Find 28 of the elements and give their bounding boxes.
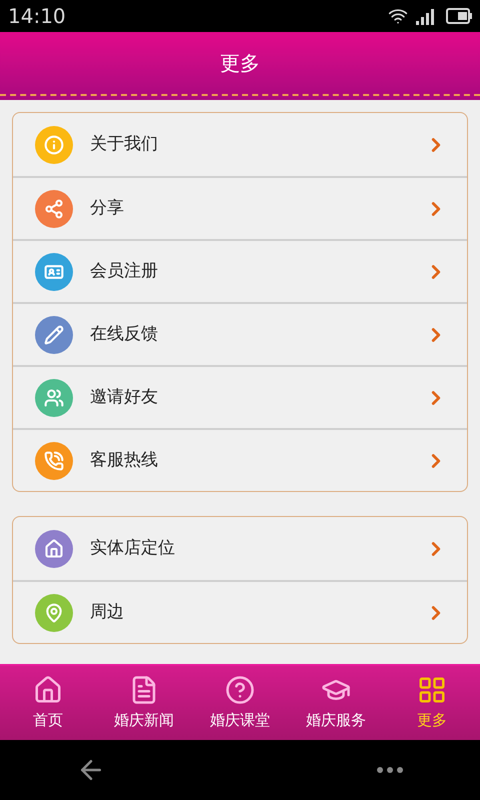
menu-item-label: 会员注册 [90, 260, 159, 283]
home-icon [33, 674, 63, 705]
menu-item[interactable]: 周边 [13, 580, 467, 643]
menu-item-label: 在线反馈 [90, 322, 159, 346]
menu-item-label: 客服热线 [90, 448, 159, 472]
battery-icon [446, 8, 472, 24]
page-title: 更多 [220, 50, 260, 77]
tab[interactable]: 婚庆课堂 [192, 666, 288, 740]
menu-item[interactable]: 会员注册 [13, 239, 467, 302]
tab[interactable]: 婚庆服务 [288, 666, 384, 740]
tab[interactable]: 婚庆新闻 [96, 666, 192, 740]
grid-icon [417, 674, 447, 705]
menu-item-label: 分享 [90, 196, 125, 220]
menu-item[interactable]: 客服热线 [13, 428, 467, 491]
menu-item-label: 实体店定位 [90, 536, 176, 560]
tab[interactable]: 更多 [384, 666, 480, 740]
menu-item-label: 关于我们 [90, 132, 159, 156]
menu-item[interactable]: 实体店定位 [13, 517, 467, 580]
menu-item-label: 邀请好友 [90, 386, 159, 409]
tab[interactable]: 首页 [0, 666, 96, 740]
status-time: 14:10 [8, 3, 66, 30]
menu-item[interactable]: 分享 [13, 176, 467, 239]
menu-item[interactable]: 关于我们 [13, 113, 467, 176]
help-icon [225, 674, 255, 705]
more-icon[interactable] [376, 766, 404, 774]
menu-item[interactable]: 在线反馈 [13, 302, 467, 365]
menu-item-label: 周边 [90, 600, 125, 624]
menu-item[interactable]: 邀请好友 [13, 365, 467, 428]
